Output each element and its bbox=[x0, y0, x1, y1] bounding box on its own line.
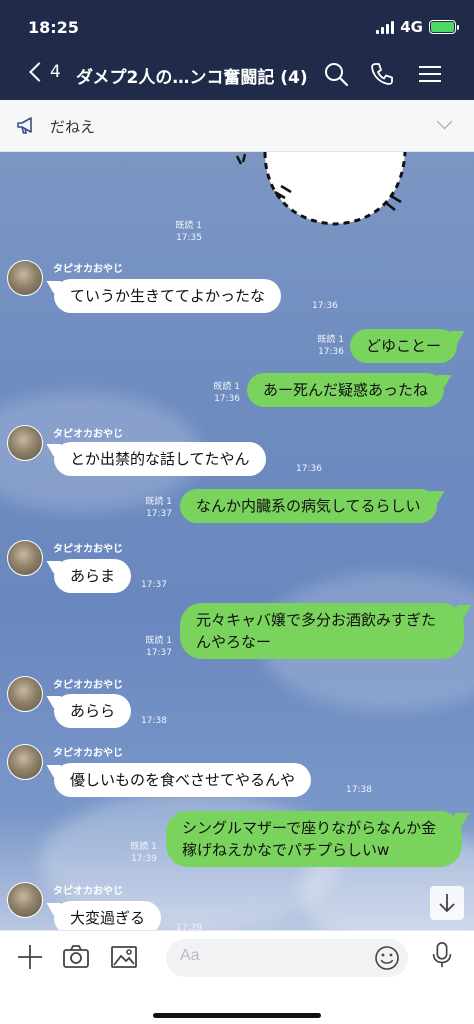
status-time: 18:25 bbox=[28, 18, 79, 37]
megaphone-icon bbox=[17, 117, 32, 134]
back-chevron-icon bbox=[29, 62, 49, 82]
read-receipt: 既読 1 17:39 bbox=[130, 842, 157, 864]
avatar[interactable] bbox=[7, 425, 43, 461]
message-bubble-incoming[interactable]: 優しいものを食べさせてやるんや bbox=[54, 763, 312, 797]
message-time: 17:36 bbox=[312, 301, 338, 311]
sender-name: タピオカおやじ bbox=[53, 886, 123, 897]
read-receipt: 既読 1 17:36 bbox=[213, 382, 240, 404]
message-time: 17:38 bbox=[141, 716, 167, 726]
message-bubble-outgoing[interactable]: あー死んだ疑惑あったね bbox=[247, 373, 445, 407]
search-icon[interactable] bbox=[322, 60, 350, 88]
plus-icon[interactable] bbox=[16, 943, 44, 971]
message-bubble-outgoing[interactable]: シングルマザーで座りながらなんか金稼げねえかなでパチプらしいw bbox=[166, 811, 462, 867]
message-bubble-outgoing[interactable]: なんか内臓系の病気してるらしい bbox=[180, 489, 437, 523]
message-time: 17:36 bbox=[296, 464, 322, 474]
message-time: 17:37 bbox=[141, 580, 167, 590]
chat-area[interactable]: 既読 1 17:35 タピオカおやじ ていうか生きててよかったな 17:36 既読… bbox=[0, 152, 474, 930]
message-bubble-incoming[interactable]: とか出禁的な話してたやん bbox=[54, 442, 266, 476]
message-bubble-incoming[interactable]: あらら bbox=[54, 694, 132, 728]
sticker-image[interactable] bbox=[235, 152, 415, 232]
sender-name: タピオカおやじ bbox=[53, 264, 123, 275]
read-receipt: 既読 1 17:35 bbox=[175, 221, 202, 243]
status-indicators: 4G bbox=[376, 18, 459, 36]
sender-name: タピオカおやじ bbox=[53, 748, 123, 759]
arrow-down-icon bbox=[439, 894, 455, 913]
announcement-bar[interactable]: だねえ bbox=[0, 100, 474, 152]
message-input[interactable] bbox=[180, 947, 370, 965]
mic-icon[interactable] bbox=[428, 941, 456, 969]
message-input-field[interactable] bbox=[166, 939, 408, 977]
avatar[interactable] bbox=[7, 260, 43, 296]
signal-icon bbox=[376, 20, 395, 34]
avatar[interactable] bbox=[7, 744, 43, 780]
sender-name: タピオカおやじ bbox=[53, 544, 123, 555]
read-receipt: 既読 1 17:37 bbox=[145, 497, 172, 519]
sender-name: タピオカおやじ bbox=[53, 429, 123, 440]
read-receipt: 既読 1 17:36 bbox=[317, 335, 344, 357]
message-time: 17:39 bbox=[176, 923, 202, 930]
camera-icon[interactable] bbox=[62, 943, 90, 971]
message-time: 17:38 bbox=[346, 785, 372, 795]
scroll-to-bottom-button[interactable] bbox=[430, 886, 464, 920]
menu-icon[interactable] bbox=[416, 60, 444, 88]
input-bar bbox=[0, 930, 474, 1024]
network-label: 4G bbox=[400, 18, 423, 36]
chevron-down-icon[interactable] bbox=[436, 113, 453, 130]
sender-name: タピオカおやじ bbox=[53, 680, 123, 691]
avatar[interactable] bbox=[7, 882, 43, 918]
message-bubble-outgoing[interactable]: どゆことー bbox=[350, 329, 458, 363]
home-indicator bbox=[153, 1013, 321, 1018]
read-receipt: 既読 1 17:37 bbox=[145, 636, 172, 658]
emoji-icon[interactable] bbox=[374, 945, 400, 971]
image-icon[interactable] bbox=[110, 943, 138, 971]
back-button[interactable]: 4 bbox=[26, 62, 61, 82]
chat-title[interactable]: ダメプ2人の…ンコ奮闘記 (4) bbox=[76, 63, 308, 88]
unread-count: 4 bbox=[50, 62, 61, 82]
message-bubble-incoming[interactable]: ていうか生きててよかったな bbox=[54, 279, 282, 313]
announcement-text: だねえ bbox=[50, 118, 96, 136]
avatar[interactable] bbox=[7, 676, 43, 712]
message-bubble-incoming[interactable]: 大変過ぎる bbox=[54, 901, 162, 930]
top-bar: 18:25 4G 4 ダメプ2人の…ンコ奮闘記 (4) bbox=[0, 0, 474, 100]
message-bubble-outgoing[interactable]: 元々キャバ嬢で多分お酒飲みすぎたんやろなー bbox=[180, 603, 464, 659]
phone-icon[interactable] bbox=[368, 60, 396, 88]
avatar[interactable] bbox=[7, 540, 43, 576]
message-bubble-incoming[interactable]: あらま bbox=[54, 559, 132, 593]
battery-icon bbox=[429, 20, 459, 34]
